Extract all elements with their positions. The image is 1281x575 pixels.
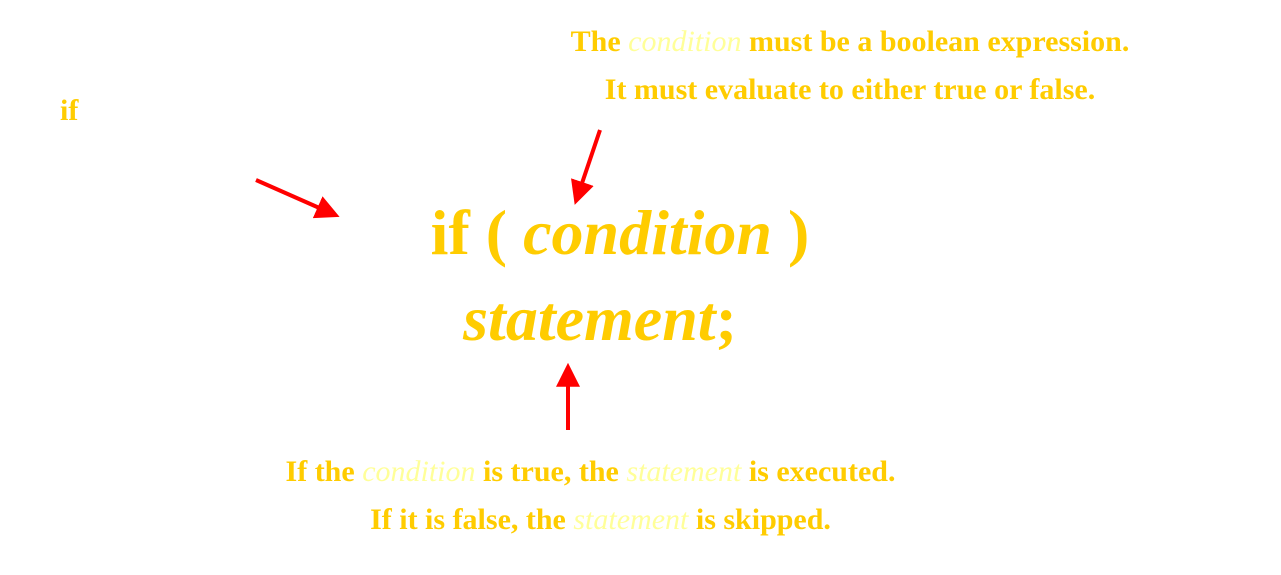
arrows-layer (255, 129, 602, 430)
arrow-to-if (255, 178, 340, 219)
arrow-to-condition (571, 129, 602, 205)
